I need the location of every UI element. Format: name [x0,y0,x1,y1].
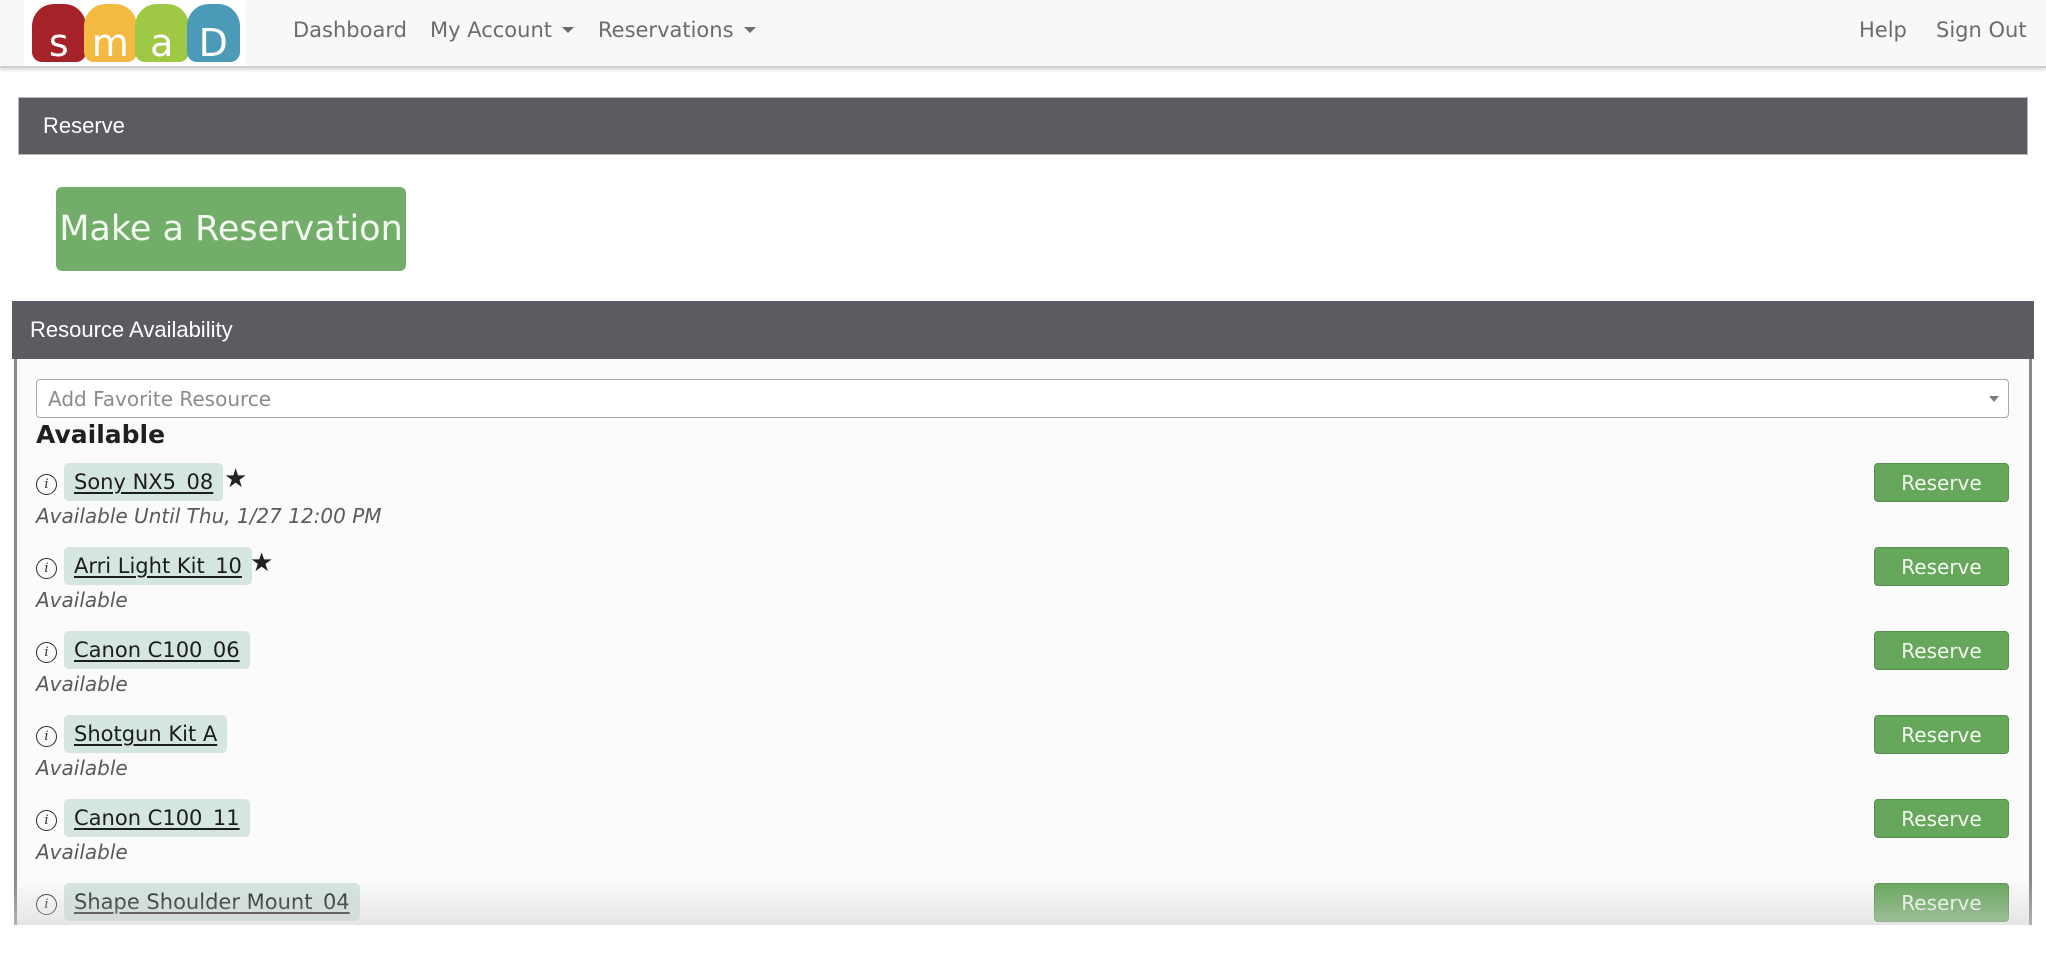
reserve-button[interactable]: Reserve [1874,799,2009,838]
chevron-down-icon [743,27,756,33]
resource-link[interactable]: Shotgun Kit A [74,722,217,746]
logo-letter-m: m [83,4,137,62]
reserve-button[interactable]: Reserve [1874,715,2009,754]
favorite-star-icon[interactable]: ★ [224,466,247,492]
nav-help-label: Help [1859,18,1907,42]
info-icon[interactable]: i [36,726,57,747]
dropdown-caret-icon [1989,396,1999,402]
nav-sign-out-label: Sign Out [1936,18,2027,42]
resource-status: Available [36,672,128,696]
resource-status: Available [36,588,128,612]
resource-chip: Canon C100_06 [64,631,250,669]
logo-letter-a: a [135,4,189,62]
resource-link[interactable]: Shape Shoulder Mount_04 [74,890,350,914]
resource-chip: Sony NX5_08 [64,463,224,501]
favorite-star-icon[interactable]: ★ [250,550,273,576]
resource-link[interactable]: Arri Light Kit_10 [74,554,242,578]
logo-letter-d: D [186,4,240,62]
info-icon[interactable]: i [36,810,57,831]
reserve-button-label: Reserve [1901,806,1982,831]
nav-dashboard-label: Dashboard [293,18,407,42]
resource-status: Available [36,756,128,780]
reserve-button-label: Reserve [1901,638,1982,663]
reserve-button-label: Reserve [1901,470,1982,495]
make-reservation-label: Make a Reservation [59,209,403,249]
info-icon[interactable]: i [36,894,57,915]
resource-link[interactable]: Canon C100_06 [74,638,240,662]
top-navbar: s m a D Dashboard My Account Reservation… [0,0,2046,68]
nav-reservations-label: Reservations [598,18,734,42]
resource-chip: Canon C100_11 [64,799,250,837]
nav-dashboard-link[interactable]: Dashboard [293,18,407,42]
reserve-panel-title: Reserve [43,113,125,138]
nav-help-link[interactable]: Help [1859,18,1907,42]
chevron-down-icon [562,27,575,33]
resource-status: Available [36,840,128,864]
info-icon[interactable]: i [36,642,57,663]
resource-row: i Arri Light Kit_10 ★ Available Reserve [36,547,2009,627]
reserve-button-label: Reserve [1901,890,1982,915]
reserve-button[interactable]: Reserve [1874,547,2009,586]
logo-letter-s: s [32,4,86,62]
resource-status: Available Until Thu, 1/27 12:00 PM [36,504,382,528]
nav-sign-out-link[interactable]: Sign Out [1936,18,2027,42]
resource-chip: Shape Shoulder Mount_04 [64,883,360,921]
resource-row: i Canon C100_06 Available Reserve [36,631,2009,711]
info-icon[interactable]: i [36,474,57,495]
reserve-button[interactable]: Reserve [1874,463,2009,502]
favorite-select-placeholder: Add Favorite Resource [48,386,272,411]
available-section-title: Available [36,420,166,449]
info-icon[interactable]: i [36,558,57,579]
resource-row: i Canon C100_11 Available Reserve [36,799,2009,879]
resource-link[interactable]: Sony NX5_08 [74,470,213,494]
reserve-button-label: Reserve [1901,722,1982,747]
reserve-panel-header: Reserve [18,97,2028,155]
resource-availability-title: Resource Availability [30,317,233,342]
nav-my-account-label: My Account [430,18,553,42]
resource-availability-header: Resource Availability [12,301,2034,359]
reserve-button-label: Reserve [1901,554,1982,579]
resource-chip: Shotgun Kit A [64,715,228,753]
nav-my-account-dropdown[interactable]: My Account [430,18,575,42]
reserve-button[interactable]: Reserve [1874,883,2009,922]
smad-logo[interactable]: s m a D [24,0,246,66]
add-favorite-resource-select[interactable]: Add Favorite Resource [36,379,2009,418]
make-reservation-button[interactable]: Make a Reservation [56,187,406,271]
resource-link[interactable]: Canon C100_11 [74,806,240,830]
resource-row: i Sony NX5_08 ★ Available Until Thu, 1/2… [36,463,2009,543]
resource-row: i Shape Shoulder Mount_04 Reserve [36,883,2009,963]
reserve-button[interactable]: Reserve [1874,631,2009,670]
viewport-bottom-edge [0,925,2046,934]
resource-row: i Shotgun Kit A Available Reserve [36,715,2009,795]
resource-chip: Arri Light Kit_10 [64,547,252,585]
nav-reservations-dropdown[interactable]: Reservations [598,18,756,42]
